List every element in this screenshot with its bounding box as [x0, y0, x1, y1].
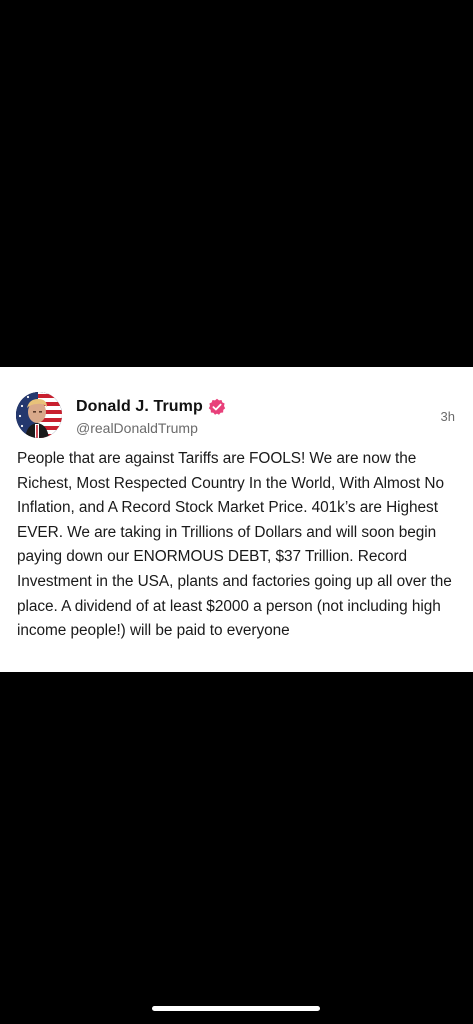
verified-badge-icon: [208, 398, 226, 416]
screen: Donald J. Trump @realDonaldTrump 3h Peop…: [0, 0, 473, 1024]
handle[interactable]: @realDonaldTrump: [76, 420, 226, 436]
post-header: Donald J. Trump @realDonaldTrump 3h: [16, 379, 457, 438]
avatar-image: [16, 392, 62, 438]
name-row: Donald J. Trump: [76, 396, 226, 418]
post-author[interactable]: Donald J. Trump @realDonaldTrump: [76, 396, 226, 436]
post-timestamp: 3h: [440, 409, 455, 424]
post-body-text: People that are against Tariffs are FOOL…: [17, 450, 452, 640]
avatar[interactable]: [16, 392, 62, 438]
display-name[interactable]: Donald J. Trump: [76, 398, 203, 416]
post-card[interactable]: Donald J. Trump @realDonaldTrump 3h Peop…: [0, 367, 473, 672]
home-indicator[interactable]: [152, 1006, 320, 1011]
